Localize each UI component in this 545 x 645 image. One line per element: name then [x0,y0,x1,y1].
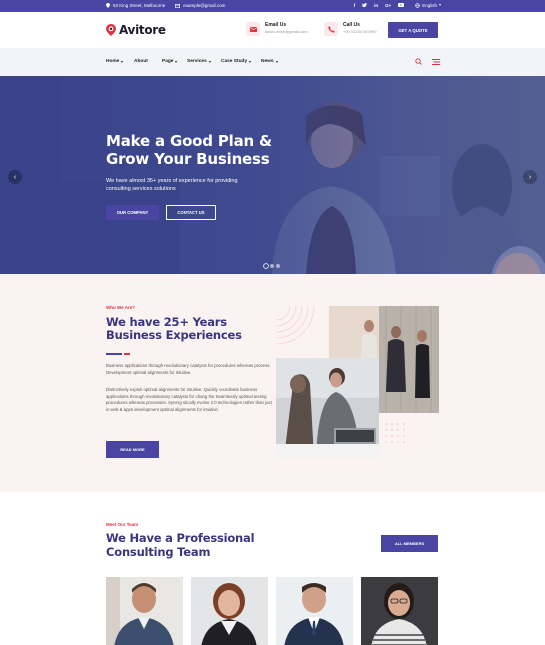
get-quote-button[interactable]: GET A QUOTE [388,22,438,38]
slider-prev-arrow[interactable]: ‹ [8,170,22,184]
team-member-photo [106,577,183,645]
team-title: We Have a Professional Consulting Team [106,531,255,559]
top-bar-contacts: 53 King Street, Melbourne example@gmail.… [106,3,225,8]
chevron-down-icon [249,60,252,63]
about-image-collage [276,306,439,458]
location-icon [106,3,110,8]
address: 53 King Street, Melbourne [106,3,165,8]
address-text: 53 King Street, Melbourne [113,3,166,8]
slider-dots [264,264,280,268]
nav-item-case-study[interactable]: Case Study [221,59,261,64]
nav-item-news[interactable]: News [261,59,285,64]
contact-us-button[interactable]: CONTACT US [166,205,216,220]
page: 53 King Street, Melbourne example@gmail.… [0,0,545,645]
team-member-photo [361,577,438,645]
nav-item-label: News [261,59,274,64]
header-email-text: Email Us www.online@gmail.com [265,22,308,35]
header-call-icon-box [324,22,338,36]
our-company-button[interactable]: OUR COMPANY [106,205,159,220]
linkedin-icon[interactable]: in [374,3,378,8]
twitter-icon[interactable] [362,3,368,7]
email-label: Email Us [265,22,287,28]
top-email[interactable]: example@gmail.com [175,3,225,8]
top-bar-social: f in G+ English [354,3,441,8]
nav-item-label: Page [162,59,174,64]
nav-item-home[interactable]: Home [106,59,134,64]
about-paragraph-1: Business applications through revolution… [106,363,271,375]
team-cards [106,577,438,645]
top-bar: 53 King Street, Melbourne example@gmail.… [0,0,545,12]
call-value: +00 01234 567890 [343,29,377,34]
hero-text: We have almost 35+ years of experience f… [106,178,238,192]
chevron-down-icon [439,4,441,6]
team-member-photo [276,577,353,645]
hero-overlay [0,76,545,274]
chevron-right-icon: › [528,173,532,181]
nav-item-services[interactable]: Services [187,59,221,64]
chevron-down-icon [208,60,211,63]
google-plus-icon[interactable]: G+ [385,3,391,8]
mail-icon [175,3,181,8]
header-call[interactable]: Call Us +00 01234 567890 [324,22,376,36]
nav-item-about[interactable]: About [134,59,162,64]
nav-item-label: Case Study [221,59,248,64]
header-email-icon-box [246,22,260,36]
about-paragraph-2: Distinctively exploit optimal alignments… [106,387,272,412]
team-section: Meet Our Team We Have a Professional Con… [0,492,545,645]
language-selector[interactable]: English [415,3,441,8]
nav-menu: Home About Page Services Case Study News [106,59,285,64]
language-label: English [422,2,437,8]
youtube-icon[interactable] [398,3,405,7]
nav-tools [415,58,440,65]
mail-icon [249,26,257,32]
team-member-photo [191,577,268,645]
read-more-button[interactable]: READ MORE [106,441,159,458]
header: Avitore Email Us www.online@gmail.com Ca… [0,12,545,48]
menu-icon[interactable] [432,58,440,65]
globe-icon [415,2,421,8]
about-title: We have 25+ Years Business Experiences [106,315,242,342]
chevron-down-icon [175,60,178,63]
nav-item-page[interactable]: Page [162,59,187,64]
search-icon[interactable] [415,58,422,65]
logo-text: Avitore [119,23,166,37]
hero-slider: Make a Good Plan & Grow Your Business We… [0,76,545,274]
header-email[interactable]: Email Us www.online@gmail.com [246,22,308,36]
nav-item-label: Services [187,59,207,64]
slider-dot-2[interactable] [270,264,274,268]
top-email-text: example@gmail.com [183,3,226,8]
nav-item-label: About [134,59,148,64]
nav-item-label: Home [106,59,120,64]
chevron-down-icon [275,60,278,63]
chevron-down-icon [121,60,124,63]
slider-next-arrow[interactable]: › [523,170,537,184]
logo-pin-icon [106,24,116,36]
logo[interactable]: Avitore [106,23,166,37]
hero-title: Make a Good Plan & Grow Your Business [106,132,272,168]
slider-dot-1[interactable] [264,264,268,268]
slider-dot-3[interactable] [276,264,280,268]
about-kicker: Who We Are? [106,305,135,310]
main-nav: Home About Page Services Case Study News [0,48,545,76]
facebook-icon[interactable]: f [354,3,356,8]
title-divider [106,353,130,355]
chevron-left-icon: ‹ [13,173,17,181]
about-section: Who We Are? We have 25+ Years Business E… [0,274,545,492]
phone-icon [327,25,335,33]
header-call-text: Call Us +00 01234 567890 [343,22,376,35]
call-label: Call Us [343,22,360,28]
all-members-button[interactable]: ALL MEMBERS [381,535,438,552]
email-value: www.online@gmail.com [265,29,308,34]
team-kicker: Meet Our Team [106,522,139,527]
